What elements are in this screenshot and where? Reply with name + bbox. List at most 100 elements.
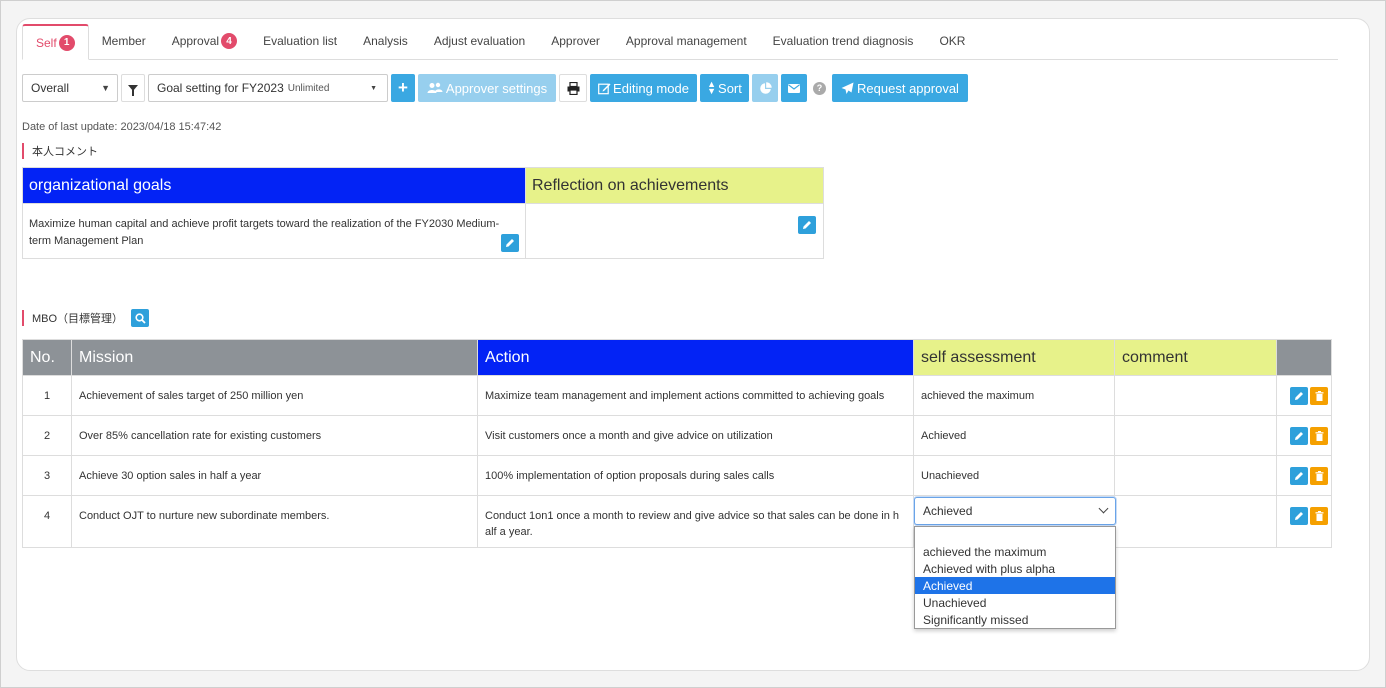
row-mission: Achievement of sales target of 250 milli… — [71, 375, 478, 416]
pencil-icon — [1295, 432, 1303, 440]
approver-settings-button[interactable]: Approver settings — [418, 74, 556, 102]
scope-select-value: Overall — [31, 81, 70, 95]
edit-row-button[interactable] — [1290, 467, 1308, 485]
option-achieved-with-plus-alpha[interactable]: Achieved with plus alpha — [915, 560, 1115, 577]
header-comment: comment — [1114, 339, 1277, 376]
delete-row-button[interactable] — [1310, 507, 1328, 525]
self-assessment-options: achieved the maximum Achieved with plus … — [914, 526, 1116, 629]
request-approval-label: Request approval — [857, 80, 959, 96]
tab-approval-badge: 4 — [221, 33, 238, 49]
paper-plane-icon — [841, 82, 854, 94]
tab-analysis[interactable]: Analysis — [350, 23, 421, 59]
magnifier-icon — [134, 312, 146, 324]
tab-evaluation-trend-diagnosis[interactable]: Evaluation trend diagnosis — [760, 23, 927, 59]
help-icon[interactable]: ? — [813, 81, 826, 95]
delete-row-button[interactable] — [1310, 467, 1328, 485]
zoom-button[interactable] — [131, 309, 149, 327]
filter-icon — [128, 85, 138, 96]
tab-evaluation-list[interactable]: Evaluation list — [250, 23, 350, 59]
trash-icon — [1315, 511, 1323, 521]
comment-section-label: 本人コメント — [22, 143, 98, 159]
edit-icon — [598, 83, 611, 94]
row-mission: Over 85% cancellation rate for existing … — [71, 415, 478, 456]
row-no: 2 — [22, 415, 72, 456]
tab-okr-label: OKR — [939, 34, 966, 48]
tab-self-badge: 1 — [58, 34, 75, 51]
pencil-icon — [1295, 512, 1303, 520]
row-comment — [1114, 415, 1277, 456]
table-row: 2 Over 85% cancellation rate for existin… — [22, 415, 1332, 456]
tab-adjust-evaluation[interactable]: Adjust evaluation — [421, 23, 538, 59]
chart-button[interactable] — [752, 74, 778, 102]
org-goals-cell: Maximize human capital and achieve profi… — [22, 203, 526, 259]
row-action: Visit customers once a month and give ad… — [477, 415, 914, 456]
tab-approval-management[interactable]: Approval management — [613, 23, 760, 59]
print-button[interactable] — [559, 74, 587, 102]
filter-button[interactable] — [121, 74, 145, 102]
scope-select[interactable]: Overall ▼ — [22, 74, 118, 102]
header-actions — [1276, 339, 1332, 376]
delete-row-button[interactable] — [1310, 427, 1328, 445]
option-achieved[interactable]: Achieved — [915, 577, 1115, 594]
pencil-icon — [803, 221, 811, 229]
tab-approver[interactable]: Approver — [538, 23, 613, 59]
row-self-assessment: achieved the maximum — [913, 375, 1115, 416]
edit-row-button[interactable] — [1290, 427, 1308, 445]
header-action: Action — [477, 339, 914, 376]
trash-icon — [1315, 471, 1323, 481]
option-significantly-missed[interactable]: Significantly missed — [915, 611, 1115, 628]
plus-icon: + — [398, 78, 408, 97]
toolbar: Overall ▼ Goal setting for FY2023 Unlimi… — [22, 74, 968, 102]
row-mission: Achieve 30 option sales in half a year — [71, 455, 478, 496]
sort-button[interactable]: ▲ ▼ Sort — [700, 74, 749, 102]
edit-org-goals-button[interactable] — [501, 234, 519, 252]
row-comment — [1114, 495, 1277, 548]
row-no: 3 — [22, 455, 72, 496]
request-approval-button[interactable]: Request approval — [832, 74, 968, 102]
option-achieved-the-maximum[interactable]: achieved the maximum — [915, 543, 1115, 560]
row-comment — [1114, 455, 1277, 496]
tab-approver-label: Approver — [551, 34, 600, 48]
row-comment — [1114, 375, 1277, 416]
tab-member[interactable]: Member — [89, 23, 159, 59]
tab-adjust-evaluation-label: Adjust evaluation — [433, 34, 526, 48]
self-assessment-select[interactable]: Achieved — [914, 497, 1116, 525]
tab-okr[interactable]: OKR — [926, 23, 978, 59]
delete-row-button[interactable] — [1310, 387, 1328, 405]
goal-select[interactable]: Goal setting for FY2023 Unlimited ▼ — [148, 74, 388, 102]
mail-button[interactable] — [781, 74, 807, 102]
row-no: 1 — [22, 375, 72, 416]
tab-approval[interactable]: Approval 4 — [159, 23, 250, 59]
trash-icon — [1315, 391, 1323, 401]
tab-analysis-label: Analysis — [363, 34, 408, 48]
row-no: 4 — [22, 495, 72, 548]
header-no: No. — [22, 339, 72, 376]
chevron-down-icon — [1098, 503, 1109, 514]
goal-select-tag: Unlimited — [287, 82, 330, 94]
pencil-icon — [506, 239, 514, 247]
edit-reflection-button[interactable] — [798, 216, 816, 234]
pie-chart-icon — [759, 81, 772, 94]
editing-mode-button[interactable]: Editing mode — [590, 74, 697, 102]
row-actions — [1276, 495, 1332, 548]
row-self-assessment: Achieved — [913, 415, 1115, 456]
row-action: Conduct 1on1 once a month to review and … — [477, 495, 914, 548]
sort-icon: ▲ ▼ — [707, 79, 717, 96]
org-goals-text: Maximize human capital and achieve profi… — [29, 218, 500, 247]
row-mission: Conduct OJT to nurture new subordinate m… — [71, 495, 478, 548]
pencil-icon — [1295, 392, 1303, 400]
reflection-cell — [525, 203, 824, 259]
print-icon — [567, 81, 579, 95]
tab-evaluation-trend-diagnosis-label: Evaluation trend diagnosis — [772, 34, 914, 48]
tab-approval-management-label: Approval management — [625, 34, 747, 48]
edit-row-button[interactable] — [1290, 507, 1308, 525]
last-update-text: Date of last update: 2023/04/18 15:47:42 — [22, 121, 222, 133]
tab-member-label: Member — [101, 34, 146, 48]
row-actions — [1276, 375, 1332, 416]
option-unachieved[interactable]: Unachieved — [915, 594, 1115, 611]
tab-self[interactable]: Self 1 — [22, 24, 89, 60]
tab-approval-label: Approval — [171, 34, 220, 48]
trash-icon — [1315, 431, 1323, 441]
edit-row-button[interactable] — [1290, 387, 1308, 405]
add-button[interactable]: + — [391, 74, 415, 102]
